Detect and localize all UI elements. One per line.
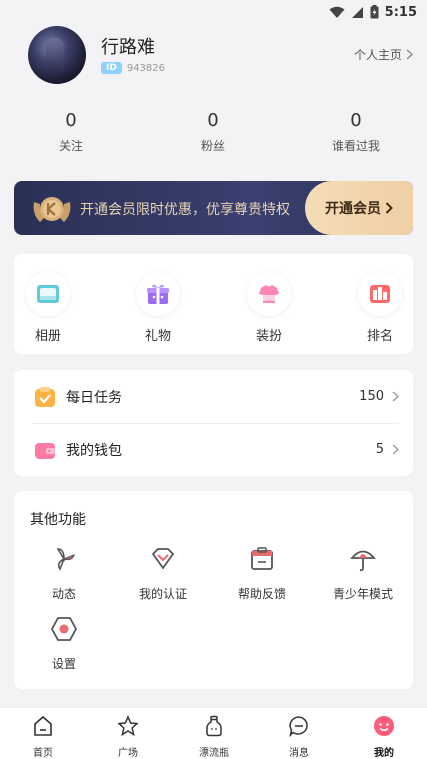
- ranking-icon: [358, 272, 402, 316]
- star-icon: [117, 715, 139, 737]
- function-label: 帮助反馈: [237, 587, 286, 601]
- chevron-right-icon: [392, 391, 399, 402]
- tasks-wallet-card: 每日任务 150 我的钱包 5: [14, 370, 413, 476]
- tab-label: 广场: [118, 748, 138, 759]
- bottle-icon: [206, 715, 222, 737]
- home-icon: [34, 715, 52, 736]
- stat-value: 0: [207, 110, 219, 131]
- status-bar: 5:15: [0, 0, 427, 24]
- grid-item-ranking[interactable]: 排名: [350, 272, 410, 344]
- other-functions-title: 其他功能: [30, 512, 86, 528]
- function-certification[interactable]: 我的认证: [118, 545, 208, 602]
- grid-item-album[interactable]: 相册: [18, 272, 78, 344]
- tab-label: 我的: [374, 748, 394, 759]
- grid-item-label: 排名: [366, 329, 393, 344]
- list-item-daily-task[interactable]: 每日任务 150: [14, 370, 413, 423]
- bottom-tab-bar: 首页 广场 漂流瓶 消息 我的: [0, 707, 427, 759]
- moments-icon: [56, 548, 75, 571]
- tab-messages[interactable]: 消息: [269, 715, 329, 759]
- stat-value: 0: [350, 110, 362, 131]
- user-id-row: ID 943826: [101, 62, 165, 74]
- chevron-right-icon: [392, 444, 399, 455]
- function-label: 青少年模式: [332, 587, 393, 601]
- certification-icon: [151, 548, 175, 570]
- username: 行路难: [101, 37, 155, 58]
- grid-item-label: 礼物: [144, 329, 171, 344]
- tab-label: 漂流瓶: [199, 748, 229, 759]
- stat-following[interactable]: 0 关注: [21, 110, 121, 154]
- list-item-wallet[interactable]: 我的钱包 5: [14, 423, 413, 476]
- vip-banner[interactable]: 开通会员限时优惠，优享尊贵特权 开通会员: [14, 181, 413, 235]
- tab-home[interactable]: 首页: [13, 715, 73, 759]
- stat-value: 0: [65, 110, 77, 131]
- grid-item-gift[interactable]: 礼物: [128, 272, 188, 344]
- youth-mode-icon: [350, 550, 376, 572]
- tab-label: 首页: [33, 748, 53, 759]
- stats-row: 0 关注 0 粉丝 0 谁看过我: [0, 110, 427, 160]
- function-settings[interactable]: 设置: [19, 615, 109, 672]
- list-item-value: 150: [359, 389, 384, 404]
- help-feedback-icon: [251, 547, 273, 570]
- status-time: 5:15: [384, 4, 417, 20]
- grid-item-label: 装扮: [255, 329, 282, 344]
- list-item-label: 每日任务: [66, 389, 122, 406]
- function-moments[interactable]: 动态: [19, 545, 109, 602]
- stat-fans[interactable]: 0 粉丝: [163, 110, 263, 154]
- vip-button-label: 开通会员: [325, 201, 381, 217]
- vip-medal-icon: [33, 197, 71, 222]
- album-icon: [26, 272, 70, 316]
- profile-header: 行路难 ID 943826 个人主页: [0, 24, 427, 90]
- quick-actions-card: 相册 礼物 装扮 排名: [14, 254, 413, 354]
- grid-item-dressup[interactable]: 装扮: [239, 272, 299, 344]
- function-label: 设置: [51, 657, 76, 671]
- wifi-icon: [329, 6, 345, 19]
- function-label: 我的认证: [138, 587, 187, 601]
- settings-icon: [50, 617, 78, 641]
- grid-item-label: 相册: [34, 329, 61, 344]
- gift-icon: [136, 272, 180, 316]
- tab-square[interactable]: 广场: [98, 715, 158, 759]
- user-id-number: 943826: [126, 62, 166, 74]
- profile-face-icon: [374, 716, 394, 736]
- list-item-label: 我的钱包: [66, 442, 122, 459]
- signal-icon: [351, 6, 364, 19]
- message-icon: [289, 716, 308, 738]
- stat-label: 关注: [58, 139, 83, 153]
- id-badge: ID: [101, 62, 122, 74]
- personal-homepage-link[interactable]: 个人主页: [354, 46, 413, 63]
- battery-icon: [370, 5, 379, 19]
- other-functions-card: 其他功能 动态 我的认证 帮助反馈 青少年模式 设置: [14, 491, 413, 689]
- function-youth-mode[interactable]: 青少年模式: [318, 545, 408, 602]
- chevron-right-icon: [406, 49, 413, 60]
- dressup-icon: [247, 272, 291, 316]
- function-help-feedback[interactable]: 帮助反馈: [217, 545, 307, 602]
- open-vip-button[interactable]: 开通会员: [305, 181, 413, 235]
- stat-label: 粉丝: [200, 139, 225, 153]
- list-item-value: 5: [375, 442, 384, 457]
- homepage-link-label: 个人主页: [353, 48, 402, 62]
- chevron-right-icon: [385, 202, 393, 214]
- tab-drift-bottle[interactable]: 漂流瓶: [184, 715, 244, 759]
- avatar[interactable]: [28, 26, 86, 84]
- tab-mine[interactable]: 我的: [354, 715, 414, 759]
- stat-visitors[interactable]: 0 谁看过我: [306, 110, 406, 154]
- daily-task-icon: [35, 386, 55, 407]
- stat-label: 谁看过我: [331, 139, 380, 153]
- tab-label: 消息: [289, 748, 309, 759]
- wallet-icon: [35, 442, 55, 459]
- function-label: 动态: [51, 587, 76, 601]
- vip-promo-text: 开通会员限时优惠，优享尊贵特权: [80, 202, 290, 218]
